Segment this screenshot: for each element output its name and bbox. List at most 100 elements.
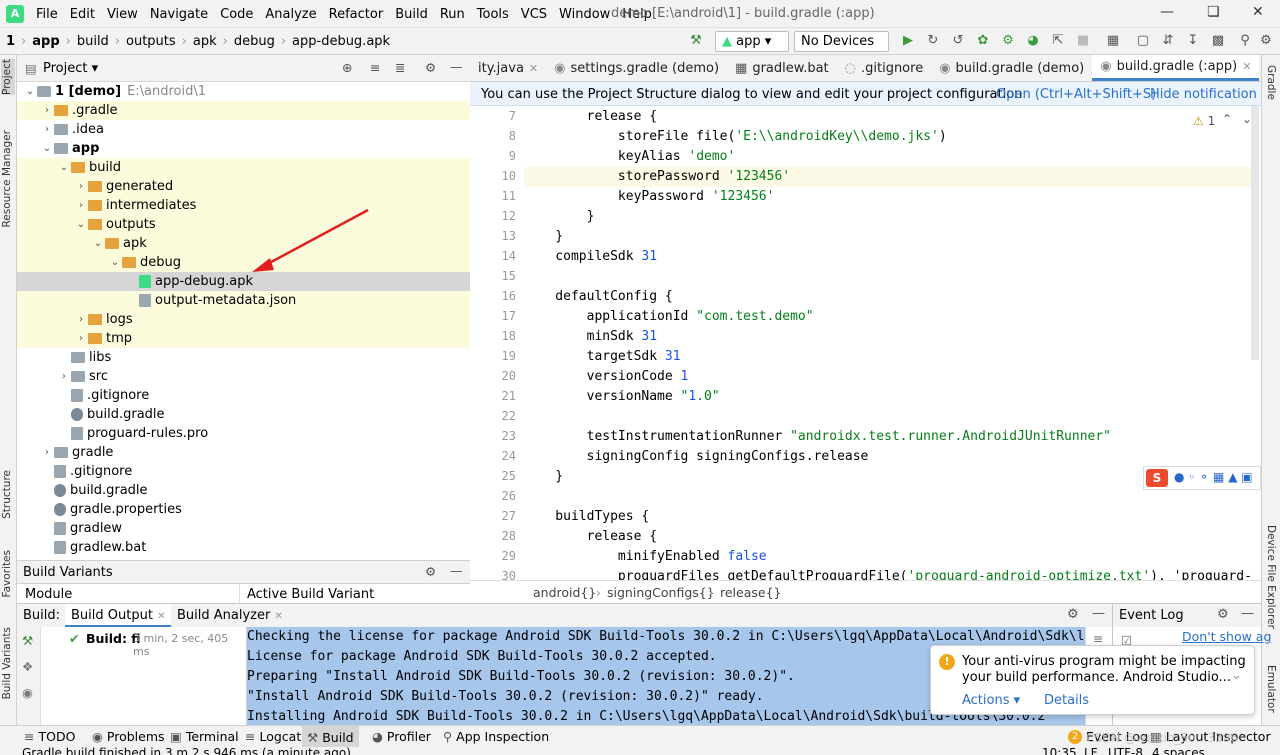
chevron-right-icon[interactable]: › <box>74 200 88 211</box>
minimize-icon[interactable]: — <box>1160 4 1174 20</box>
code-line[interactable]: defaultConfig { <box>524 287 1252 307</box>
chevron-down-icon[interactable]: ⌄ <box>23 86 37 97</box>
event-log-hide-icon[interactable]: — <box>1241 606 1254 621</box>
caret-position[interactable]: 10:35 <box>1042 747 1077 755</box>
code-line[interactable]: storeFile file('E:\\androidKey\\demo.jks… <box>524 127 1252 147</box>
tree-item[interactable]: ›generated <box>17 177 470 196</box>
code-line[interactable]: } <box>524 227 1252 247</box>
attach-debugger-icon[interactable]: ⚙ <box>1000 33 1016 49</box>
tree-item[interactable]: .gitignore <box>17 386 470 405</box>
menu-file[interactable]: File <box>30 7 64 22</box>
todo-button[interactable]: ≡TODO <box>24 729 75 744</box>
tab-activity-java[interactable]: ity.java✕ <box>470 55 546 81</box>
code-line[interactable]: versionCode 1 <box>524 367 1252 387</box>
menu-code[interactable]: Code <box>214 7 259 22</box>
chevron-down-icon[interactable]: ⌄ <box>91 238 105 249</box>
sogou-ime-icon[interactable]: S <box>1146 469 1168 487</box>
stop-icon[interactable]: ■ <box>1075 33 1091 49</box>
tree-item[interactable]: libs <box>17 348 470 367</box>
code-line[interactable]: release { <box>524 107 1252 127</box>
tree-item[interactable]: ›.gradle <box>17 101 470 120</box>
app-inspection-button[interactable]: ⚲App Inspection <box>443 729 549 744</box>
build-variants-tab[interactable]: Build Variants <box>1 627 13 699</box>
sync-gradle-icon[interactable]: ⇵ <box>1160 33 1176 49</box>
soft-wrap-icon[interactable]: ≡ <box>1093 631 1103 646</box>
collapse-all-icon[interactable]: ≣ <box>395 60 405 75</box>
project-view-select[interactable]: Project ▾ <box>43 61 98 76</box>
menu-view[interactable]: View <box>101 7 144 22</box>
tree-item[interactable]: ›logs <box>17 310 470 329</box>
chevron-right-icon[interactable]: › <box>74 181 88 192</box>
warning-count[interactable]: ⚠ 1 <box>1193 114 1215 128</box>
indent-setting[interactable]: 4 spaces <box>1152 747 1205 755</box>
code-line[interactable] <box>524 407 1252 427</box>
chevron-right-icon[interactable]: › <box>40 105 54 116</box>
code-line[interactable]: keyPassword '123456' <box>524 187 1252 207</box>
emulator-tab[interactable]: Emulator <box>1265 665 1277 713</box>
build-variants-hide-icon[interactable]: — <box>450 563 463 578</box>
code-line[interactable]: } <box>524 207 1252 227</box>
tab-settings-gradle[interactable]: ◉settings.gradle (demo) <box>546 55 727 81</box>
tree-item[interactable]: output-metadata.json <box>17 291 470 310</box>
menu-analyze[interactable]: Analyze <box>259 7 322 22</box>
code-line[interactable]: testInstrumentationRunner "androidx.test… <box>524 427 1252 447</box>
breadcrumb-root[interactable]: 1 <box>6 34 15 49</box>
code-line[interactable]: versionName "1.0" <box>524 387 1252 407</box>
breadcrumb-app[interactable]: app <box>32 34 59 49</box>
chevron-right-icon[interactable]: › <box>74 314 88 325</box>
code-crumb-release[interactable]: release{} <box>720 585 782 600</box>
debug-icon[interactable]: ✿ <box>975 33 991 49</box>
device-file-explorer-tab[interactable]: Device File Explorer <box>1265 525 1277 629</box>
tree-item[interactable]: gradle.properties <box>17 500 470 519</box>
breadcrumb-debug[interactable]: debug <box>234 34 275 49</box>
settings-icon[interactable]: ⚙ <box>1258 33 1274 49</box>
ime-toolbar-icons[interactable]: ● ◦ ⚬ ▦ ▲ ▣ <box>1174 470 1253 484</box>
profiler-button[interactable]: ◕Profiler <box>372 729 431 744</box>
device-select[interactable]: No Devices ▾ <box>794 31 889 52</box>
tab-build-gradle-demo[interactable]: ◉build.gradle (demo) <box>931 55 1092 81</box>
tree-item[interactable]: gradlew <box>17 519 470 538</box>
menu-window[interactable]: Window <box>553 7 616 22</box>
breadcrumb-build[interactable]: build <box>77 34 109 49</box>
expand-chevron-icon[interactable]: ⌄ <box>1231 668 1242 683</box>
close-tab-icon[interactable]: ✕ <box>1242 60 1251 73</box>
chevron-right-icon[interactable]: › <box>57 371 71 382</box>
notification-actions[interactable]: Actions ▾ <box>962 693 1020 708</box>
eye-icon[interactable]: ◉ <box>22 685 33 700</box>
menu-build[interactable]: Build <box>389 7 434 22</box>
breadcrumb-apk[interactable]: apk <box>193 34 217 49</box>
code-line[interactable]: targetSdk 31 <box>524 347 1252 367</box>
code-crumb-signing[interactable]: signingConfigs{} <box>607 585 715 600</box>
tree-item[interactable]: ›gradle <box>17 443 470 462</box>
menu-tools[interactable]: Tools <box>471 7 515 22</box>
code-line[interactable] <box>524 487 1252 507</box>
hammer-icon[interactable]: ⚒ <box>688 33 704 49</box>
tab-list-chevron-icon[interactable]: ⌄ <box>1259 55 1261 81</box>
chevron-down-icon[interactable]: ⌄ <box>57 162 71 173</box>
resource-manager-tab[interactable]: Resource Manager <box>1 130 13 228</box>
code-line[interactable]: buildTypes { <box>524 507 1252 527</box>
pin-icon[interactable]: ❖ <box>22 659 33 674</box>
tab-build-analyzer[interactable]: Build Analyzer ✕ <box>177 608 283 623</box>
tab-gitignore[interactable]: ◌.gitignore <box>837 55 932 81</box>
menu-run[interactable]: Run <box>434 7 471 22</box>
menu-vcs[interactable]: VCS <box>515 7 553 22</box>
chevron-down-icon[interactable]: ⌄ <box>40 143 54 154</box>
notice-hide-link[interactable]: Hide notification <box>1150 87 1257 102</box>
tab-gradlew-bat[interactable]: ▦gradlew.bat <box>727 55 837 81</box>
code-line[interactable]: keyAlias 'demo' <box>524 147 1252 167</box>
build-variants-gear-icon[interactable]: ⚙ <box>425 564 436 579</box>
breadcrumb-file[interactable]: app-debug.apk <box>292 34 390 49</box>
code-line[interactable]: signingConfig signingConfigs.release <box>524 447 1252 467</box>
code-line[interactable]: release { <box>524 527 1252 547</box>
search-icon[interactable]: ⚲ <box>1237 33 1253 49</box>
dont-show-link[interactable]: Don't show ag <box>1182 629 1271 644</box>
code-line[interactable]: compileSdk 31 <box>524 247 1252 267</box>
tree-item[interactable]: ›.idea <box>17 120 470 139</box>
gradle-tab[interactable]: Gradle <box>1265 65 1277 100</box>
profile-icon[interactable]: ◕ <box>1025 33 1041 49</box>
tab-build-output[interactable]: Build Output ✕ <box>65 604 171 628</box>
notification-details-link[interactable]: Details <box>1044 693 1089 708</box>
tab-build-gradle-app[interactable]: ◉build.gradle (:app)✕ <box>1092 55 1259 81</box>
expand-all-icon[interactable]: ≡ <box>370 60 380 75</box>
